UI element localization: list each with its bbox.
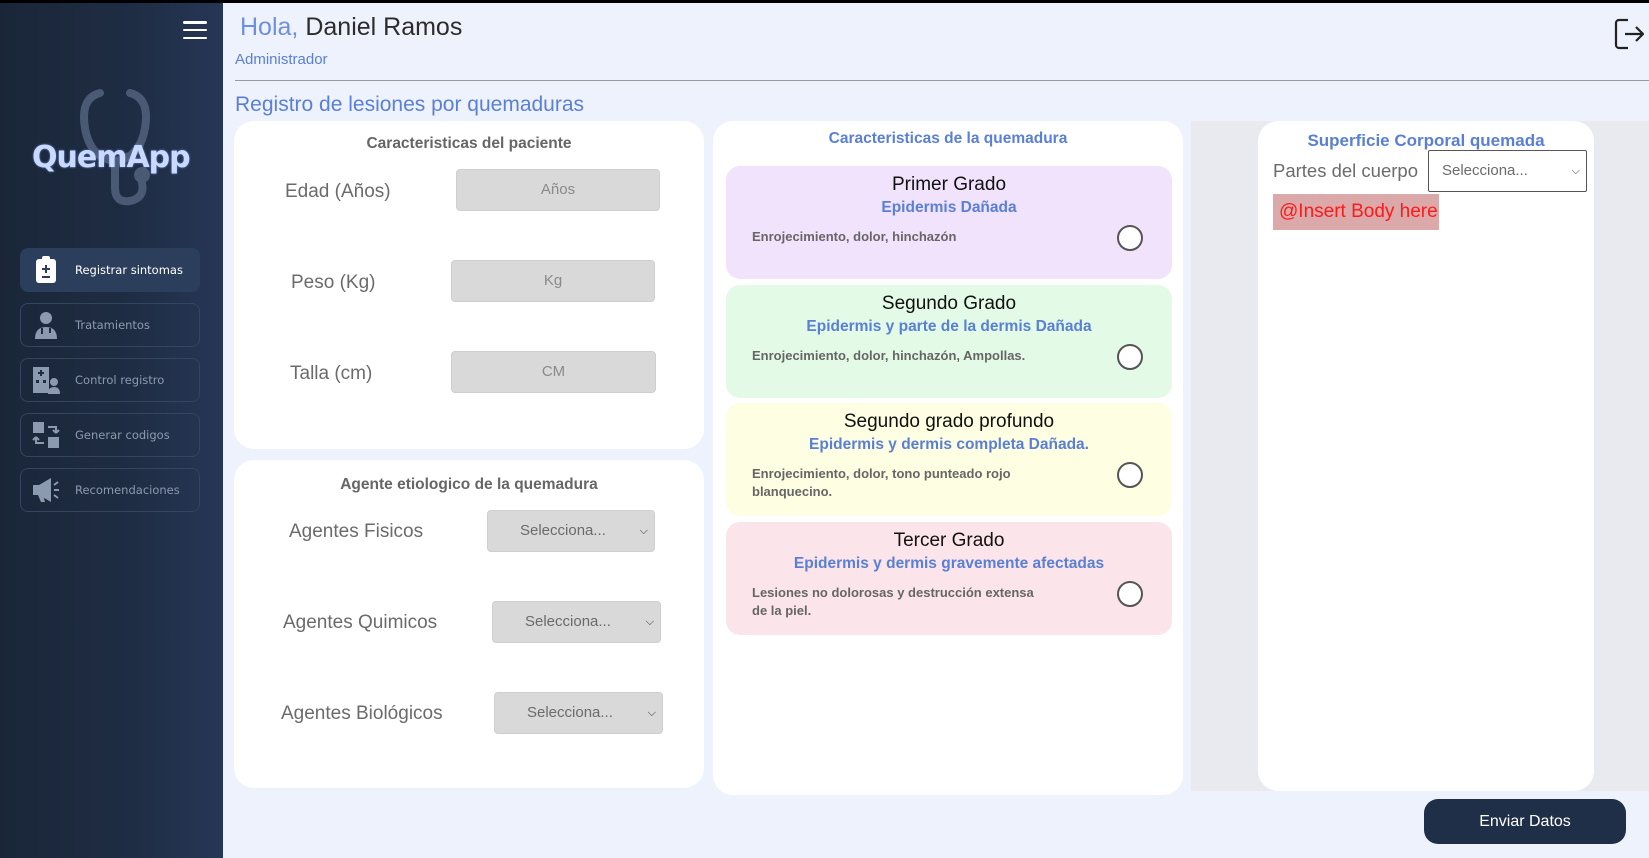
chevron-down-icon: ⌵: [645, 616, 654, 628]
sidebar-item-registrar-sintomas[interactable]: Registrar sintomas: [20, 248, 200, 292]
height-label: Talla (cm): [290, 363, 373, 384]
user-name: Daniel Ramos: [305, 13, 463, 41]
burn-option-title: Segundo grado profundo: [843, 411, 1055, 432]
burn-option-subtitle: Epidermis y dermis completa Dañada.: [809, 436, 1089, 453]
surface-card-title: Superficie Corporal quemada: [1307, 131, 1545, 150]
chemical-agents-label: Agentes Quimicos: [283, 612, 438, 633]
burn-option-subtitle: Epidermis y dermis gravemente afectadas: [793, 555, 1105, 572]
user-role: Administrador: [235, 51, 328, 68]
agent-card-title: Agente etiologico de la quemadura: [340, 476, 598, 493]
sidebar-item-tratamientos[interactable]: Tratamientos: [20, 303, 200, 347]
body-parts-value: Selecciona...: [1442, 162, 1528, 179]
greeting-prefix: Hola,: [240, 13, 299, 41]
weight-label: Peso (Kg): [291, 272, 376, 293]
burn-option-description: Enrojecimiento, dolor, hinchazón, Ampoll…: [752, 348, 1026, 363]
burn-option-subtitle: Epidermis y parte de la dermis Dañada: [806, 318, 1092, 335]
burn-option-description: Lesiones no dolorosas y destrucción exte…: [752, 585, 1034, 618]
burn-option-title: Primer Grado: [891, 174, 1007, 195]
body-parts-select[interactable]: Selecciona... ⌵: [1428, 150, 1587, 192]
sidebar: QuemApp Registrar sintomas Tratamientos …: [0, 3, 223, 858]
chevron-down-icon: ⌵: [1571, 165, 1580, 177]
weight-input[interactable]: Kg: [451, 260, 655, 302]
chemical-agents-select[interactable]: Selecciona... ⌵: [492, 601, 661, 643]
submit-button[interactable]: Enviar Datos: [1424, 799, 1626, 844]
burn-option-deep-second-degree[interactable]: Segundo grado profundo Epidermis y dermi…: [726, 403, 1172, 516]
height-input[interactable]: CM: [451, 351, 656, 393]
burn-option-radio[interactable]: [1117, 225, 1143, 251]
burn-option-title: Tercer Grado: [893, 530, 1005, 551]
doctor-icon: [31, 310, 61, 340]
chevron-down-icon: ⌵: [647, 707, 656, 719]
biological-agents-label: Agentes Biológicos: [281, 703, 443, 724]
greeting: Hola, Daniel Ramos: [240, 13, 462, 42]
physical-agents-label: Agentes Fisicos: [289, 521, 424, 542]
menu-icon[interactable]: [183, 21, 207, 39]
burn-option-second-degree[interactable]: Segundo Grado Epidermis y parte de la de…: [726, 285, 1172, 398]
physical-agents-value: Selecciona...: [520, 522, 606, 539]
sidebar-item-recomendaciones[interactable]: Recomendaciones: [20, 468, 200, 512]
biological-agents-select[interactable]: Selecciona... ⌵: [494, 692, 663, 734]
logo: QuemApp: [30, 83, 200, 213]
burn-option-description: Enrojecimiento, dolor, tono punteado roj…: [752, 466, 1011, 499]
body-parts-label: Partes del cuerpo: [1273, 160, 1419, 181]
code-exchange-icon: [31, 420, 61, 450]
burn-option-subtitle: Epidermis Dañada: [881, 199, 1017, 216]
chevron-down-icon: ⌵: [639, 525, 648, 537]
sidebar-nav: Registrar sintomas Tratamientos Control …: [20, 248, 200, 523]
burn-card-title: Caracteristicas de la quemadura: [828, 130, 1068, 147]
hospital-icon: [31, 365, 61, 395]
logo-text: QuemApp: [32, 140, 191, 175]
body-placeholder: @Insert Body here: [1273, 194, 1439, 230]
patient-card: Caracteristicas del paciente Edad (Años)…: [234, 121, 704, 449]
page-title: Registro de lesiones por quemaduras: [235, 93, 585, 116]
age-input[interactable]: Años: [456, 169, 660, 211]
burn-option-radio[interactable]: [1117, 344, 1143, 370]
patient-card-title: Caracteristicas del paciente: [366, 135, 572, 152]
sidebar-item-control-registro[interactable]: Control registro: [20, 358, 200, 402]
header-divider: [235, 80, 1649, 81]
chemical-agents-value: Selecciona...: [525, 613, 611, 630]
biological-agents-value: Selecciona...: [527, 704, 613, 721]
app-frame: QuemApp Registrar sintomas Tratamientos …: [0, 3, 1649, 858]
sidebar-item-label: Registrar sintomas: [75, 263, 183, 277]
burn-option-third-degree[interactable]: Tercer Grado Epidermis y dermis gravemen…: [726, 522, 1172, 635]
physical-agents-select[interactable]: Selecciona... ⌵: [487, 510, 655, 552]
burn-option-description: Enrojecimiento, dolor, hinchazón: [752, 229, 957, 244]
sidebar-item-label: Recomendaciones: [75, 483, 180, 497]
sidebar-item-label: Generar codigos: [75, 428, 170, 442]
megaphone-icon: [31, 475, 61, 505]
burn-option-first-degree[interactable]: Primer Grado Epidermis Dañada Enrojecimi…: [726, 166, 1172, 279]
age-label: Edad (Años): [285, 181, 391, 202]
sidebar-item-label: Tratamientos: [75, 318, 150, 332]
burn-option-title: Segundo Grado: [881, 293, 1017, 314]
burn-option-radio[interactable]: [1117, 462, 1143, 488]
sidebar-item-label: Control registro: [75, 373, 165, 387]
agent-card: Agente etiologico de la quemadura Agente…: [234, 460, 704, 788]
burn-option-radio[interactable]: [1117, 581, 1143, 607]
clipboard-icon: [31, 255, 61, 285]
logout-icon[interactable]: [1614, 17, 1644, 51]
sidebar-item-generar-codigos[interactable]: Generar codigos: [20, 413, 200, 457]
